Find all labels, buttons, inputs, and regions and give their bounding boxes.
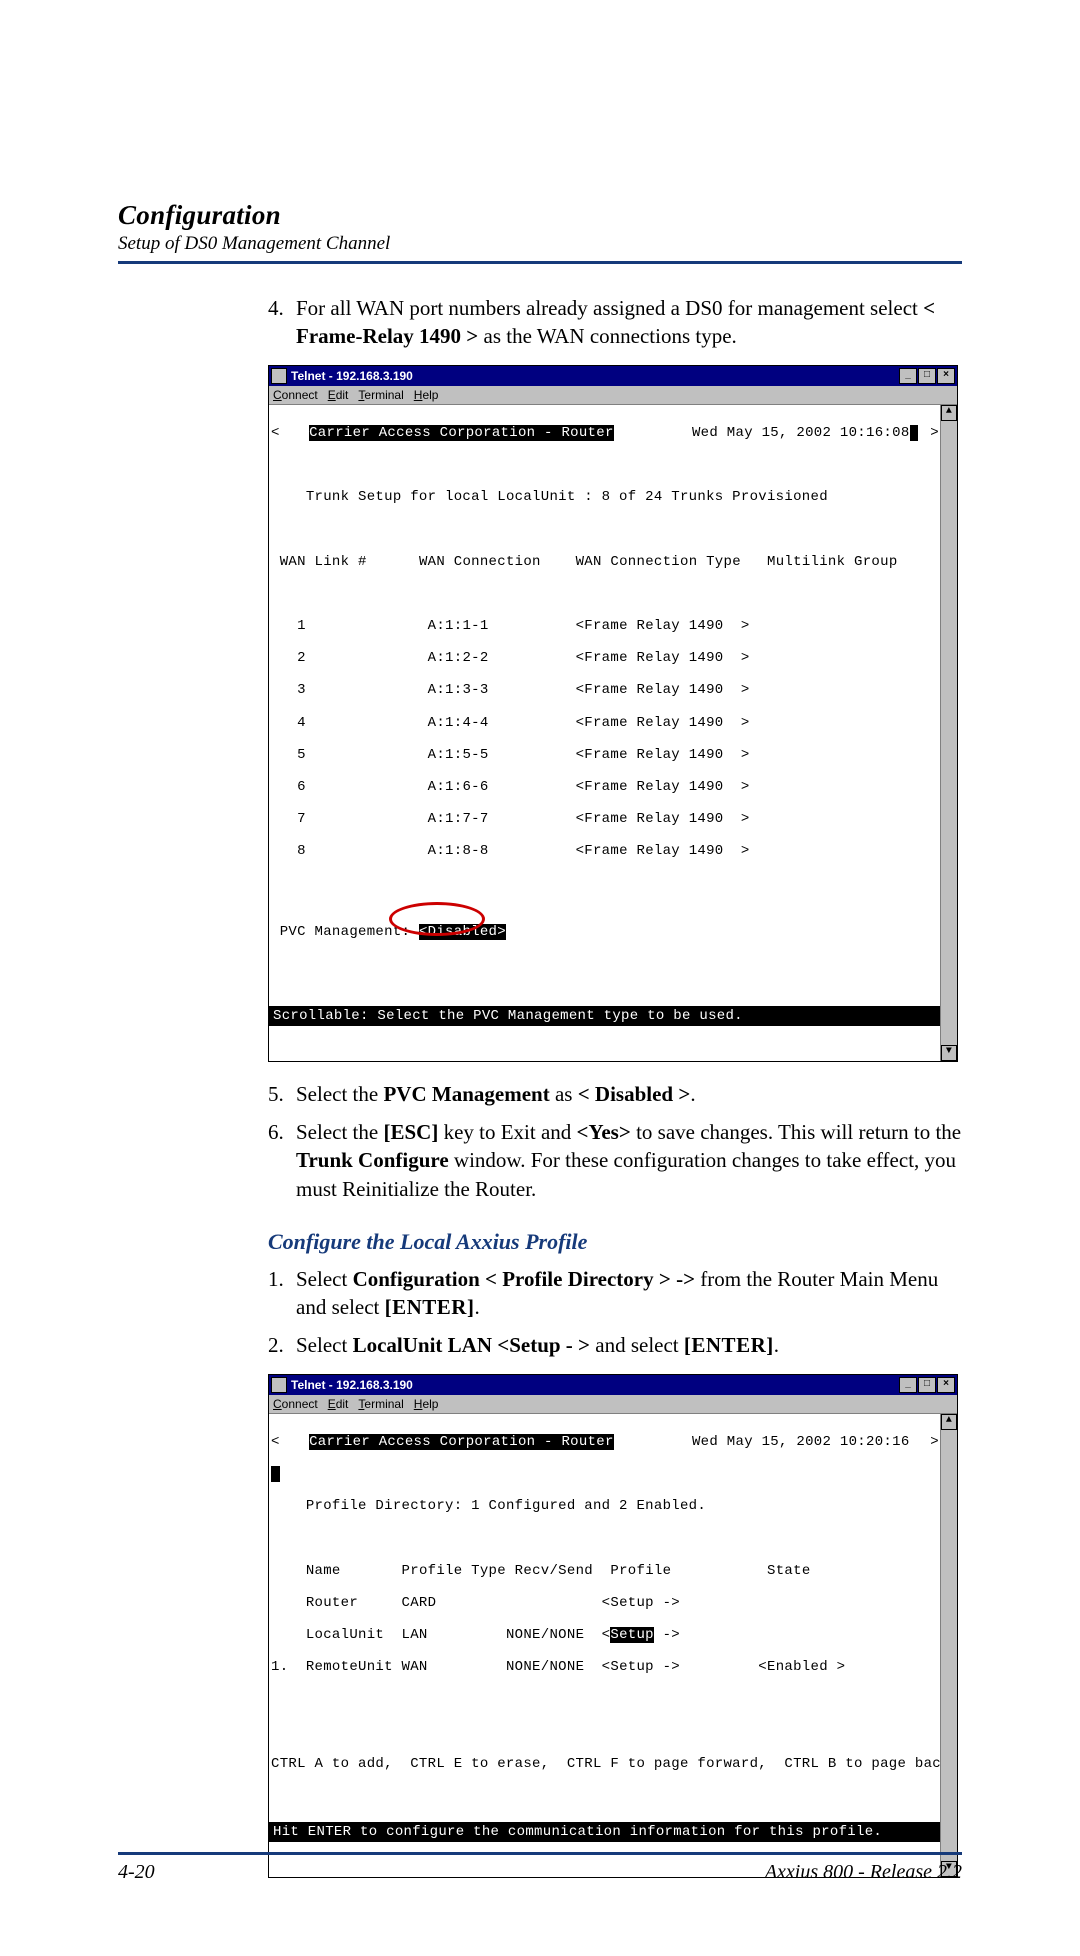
pvc-management-value[interactable]: <Disabled> <box>419 924 506 940</box>
menubar: Connect Edit Terminal Help <box>269 1395 957 1414</box>
window-title: Telnet - 192.168.3.190 <box>291 368 899 384</box>
page-subtitle: Setup of DS0 Management Channel <box>118 233 962 255</box>
page-title: Configuration <box>118 200 962 231</box>
terminal-content: < Carrier Access Corporation - Router We… <box>271 1418 939 1877</box>
window-icon <box>271 1377 287 1393</box>
maximize-button[interactable]: □ <box>918 368 936 384</box>
row-type[interactable]: <Frame Relay 1490 > <box>576 618 750 634</box>
close-button[interactable]: × <box>937 1377 955 1393</box>
col-recv-send: Recv/Send <box>515 1563 593 1579</box>
col-name: Name <box>306 1563 341 1579</box>
col-wan-link: WAN Link # <box>280 554 367 570</box>
page-header: Configuration Setup of DS0 Management Ch… <box>118 200 962 255</box>
row-name: Router <box>306 1595 393 1611</box>
window-buttons: _ □ × <box>899 1377 955 1393</box>
body-content: 4. For all WAN port numbers already assi… <box>268 294 962 1878</box>
terminal-footer: Hit ENTER to configure the communication… <box>269 1822 941 1842</box>
col-state: State <box>767 1563 811 1579</box>
page-number: 4-20 <box>118 1861 155 1884</box>
scroll-up-icon[interactable]: ▲ <box>941 1414 957 1430</box>
titlebar[interactable]: Telnet - 192.168.3.190 _ □ × <box>269 366 957 386</box>
minimize-button[interactable]: _ <box>899 368 917 384</box>
section-heading: Configure the Local Axxius Profile <box>268 1227 962 1257</box>
col-profile-type: Profile Type <box>402 1563 506 1579</box>
scrollbar[interactable]: ▲ ▼ <box>940 1414 957 1877</box>
col-wan-conn: WAN Connection <box>419 554 541 570</box>
col-multilink: Multilink Group <box>767 554 898 570</box>
step-list-2: 5. Select the PVC Management as < Disabl… <box>268 1080 962 1203</box>
menubar: Connect Edit Terminal Help <box>269 386 957 405</box>
profile-directory-line: Profile Directory: 1 Configured and 2 En… <box>306 1498 706 1514</box>
step-5: 5. Select the PVC Management as < Disabl… <box>268 1080 962 1108</box>
selected-profile[interactable]: Setup <box>610 1627 654 1643</box>
document-page: Configuration Setup of DS0 Management Ch… <box>0 0 1080 1956</box>
menu-terminal[interactable]: Terminal <box>358 387 403 403</box>
window-buttons: _ □ × <box>899 368 955 384</box>
scroll-up-icon[interactable]: ▲ <box>941 405 957 421</box>
terminal-content: < Carrier Access Corporation - Router We… <box>271 409 939 1061</box>
banner: Carrier Access Corporation - Router <box>309 1434 614 1450</box>
titlebar[interactable]: Telnet - 192.168.3.190 _ □ × <box>269 1375 957 1395</box>
maximize-button[interactable]: □ <box>918 1377 936 1393</box>
menu-connect[interactable]: Connect <box>273 1396 318 1412</box>
menu-terminal[interactable]: Terminal <box>358 1396 403 1412</box>
col-wan-type: WAN Connection Type <box>576 554 741 570</box>
page-footer: 4-20 Axxius 800 - Release 2.2 <box>118 1852 962 1884</box>
datetime: Wed May 15, 2002 10:16:08 <box>692 425 910 441</box>
menu-help[interactable]: Help <box>414 387 439 403</box>
menu-help[interactable]: Help <box>414 1396 439 1412</box>
s2-step-2: 2. Select LocalUnit LAN <Setup - > and s… <box>268 1331 962 1359</box>
step-4: 4. For all WAN port numbers already assi… <box>268 294 962 351</box>
scrollbar[interactable]: ▲ ▼ <box>940 405 957 1061</box>
window-icon <box>271 368 287 384</box>
step-number: 4. <box>268 294 296 351</box>
header-rule <box>118 261 962 264</box>
trunk-setup-line: Trunk Setup for local LocalUnit : 8 of 2… <box>306 489 828 505</box>
scroll-down-icon[interactable]: ▼ <box>941 1045 957 1061</box>
product-release: Axxius 800 - Release 2.2 <box>765 1861 962 1884</box>
terminal-footer: Scrollable: Select the PVC Management ty… <box>269 1006 941 1026</box>
banner: Carrier Access Corporation - Router <box>309 425 614 441</box>
row-profile[interactable]: <Setup -> <box>602 1595 680 1611</box>
step-list-3: 1. Select Configuration < Profile Direct… <box>268 1265 962 1360</box>
step-text: For all WAN port numbers already assigne… <box>296 294 962 351</box>
row-num: 1 <box>297 618 306 634</box>
terminal-area[interactable]: ▲ ▼ < Carrier Access Corporation - Route… <box>269 1414 957 1877</box>
row-conn: A:1:1-1 <box>428 618 489 634</box>
window-title: Telnet - 192.168.3.190 <box>291 1377 899 1393</box>
datetime: Wed May 15, 2002 10:20:16 <box>692 1434 910 1450</box>
step-list-1: 4. For all WAN port numbers already assi… <box>268 294 962 351</box>
terminal-area[interactable]: ▲ ▼ < Carrier Access Corporation - Route… <box>269 405 957 1061</box>
col-profile: Profile <box>610 1563 671 1579</box>
menu-connect[interactable]: Connect <box>273 387 318 403</box>
step-6: 6. Select the [ESC] key to Exit and <Yes… <box>268 1118 962 1203</box>
telnet-window-2: Telnet - 192.168.3.190 _ □ × Connect Edi… <box>268 1374 958 1878</box>
telnet-window-1: Telnet - 192.168.3.190 _ □ × Connect Edi… <box>268 365 958 1062</box>
menu-edit[interactable]: Edit <box>328 1396 349 1412</box>
s2-step-1: 1. Select Configuration < Profile Direct… <box>268 1265 962 1322</box>
row-state[interactable]: <Enabled > <box>758 1659 845 1675</box>
pvc-management-label: PVC Management: <box>280 924 419 940</box>
close-button[interactable]: × <box>937 368 955 384</box>
menu-edit[interactable]: Edit <box>328 387 349 403</box>
minimize-button[interactable]: _ <box>899 1377 917 1393</box>
terminal-hint: CTRL A to add, CTRL E to erase, CTRL F t… <box>271 1756 950 1772</box>
